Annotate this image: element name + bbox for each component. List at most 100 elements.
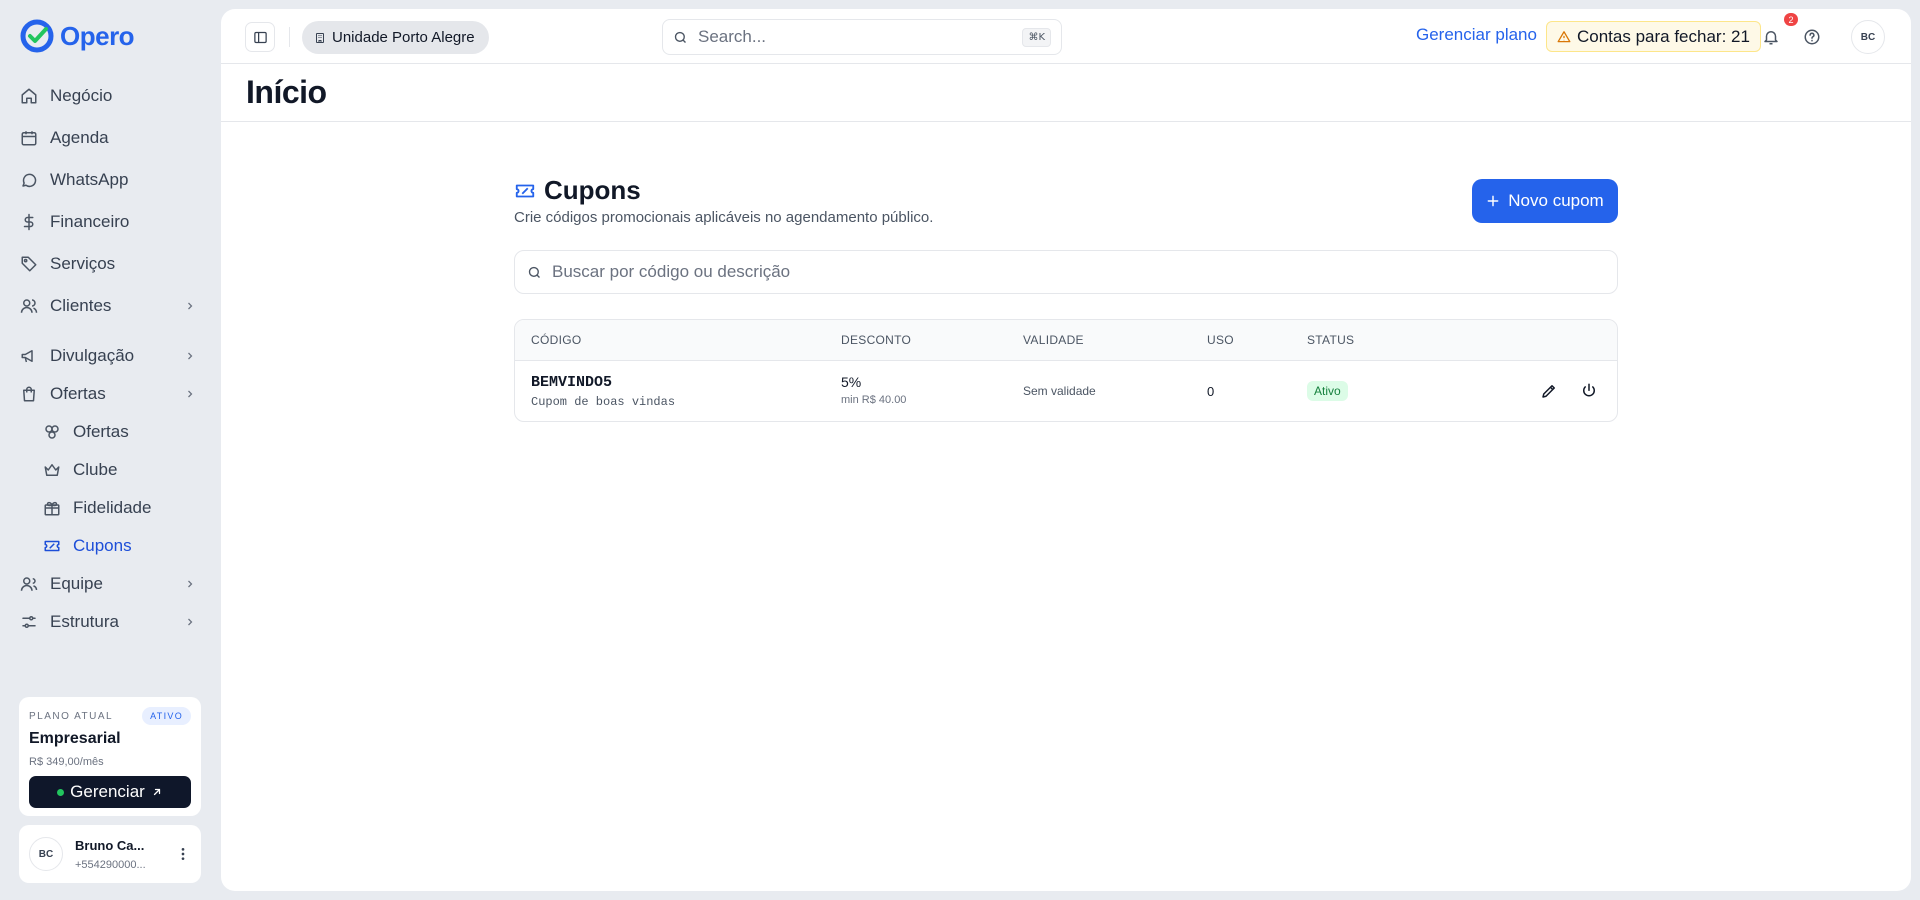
- coupon-status-cell: Ativo: [1307, 381, 1348, 401]
- coupon-description: Cupom de boas vindas: [531, 395, 676, 409]
- chat-bubble-icon: [22, 173, 37, 188]
- sidebar-item-label: Ofertas: [50, 384, 106, 403]
- shopping-bag-icon: [23, 386, 35, 402]
- coupon-usage: 0: [1207, 384, 1215, 399]
- brand-logo[interactable]: Opero: [20, 18, 135, 54]
- sidebar-item-label: Cupons: [73, 536, 132, 555]
- gift-icon: [44, 501, 60, 516]
- manage-plan-button[interactable]: Gerenciar: [29, 776, 191, 808]
- sidebar-item-cupons[interactable]: Cupons: [43, 529, 196, 563]
- help-icon[interactable]: [1803, 28, 1821, 46]
- sidebar-item-negocio[interactable]: Negócio: [20, 79, 196, 113]
- chevron-right-icon: [188, 580, 193, 588]
- calendar-icon: [21, 131, 37, 146]
- status-badge: Ativo: [1307, 381, 1348, 401]
- status-dot-icon: [57, 788, 65, 796]
- global-search[interactable]: ⌘K: [662, 19, 1062, 55]
- coupons-subtitle: Crie códigos promocionais aplicáveis no …: [514, 209, 934, 226]
- warning-icon: [1557, 30, 1571, 42]
- search-shortcut-badge: ⌘K: [1022, 27, 1051, 47]
- coupons-title: Cupons: [514, 175, 641, 206]
- sidebar-item-label: Fidelidade: [73, 498, 152, 517]
- building-icon: [316, 32, 324, 43]
- page-title: Início: [246, 74, 327, 110]
- coupons-table: CÓDIGO DESCONTO VALIDADE USO STATUS BEMV…: [514, 319, 1618, 422]
- sidebar-item-label: WhatsApp: [50, 170, 129, 189]
- chevron-right-icon: [188, 302, 193, 310]
- sidebar-item-estrutura[interactable]: Estrutura: [20, 605, 196, 639]
- plan-status-badge: ATIVO: [142, 707, 191, 725]
- sidebar-item-label: Estrutura: [50, 612, 119, 631]
- column-header-usage: USO: [1207, 333, 1234, 347]
- sidebar-item-label: Negócio: [50, 86, 113, 105]
- more-vertical-icon[interactable]: [175, 846, 191, 862]
- table-header: CÓDIGO DESCONTO VALIDADE USO STATUS: [515, 320, 1617, 361]
- unit-name: Unidade Porto Alegre: [332, 29, 475, 46]
- coupons-section: Cupons Crie códigos promocionais aplicáv…: [514, 169, 1618, 422]
- sliders-icon: [22, 616, 36, 628]
- home-icon: [21, 88, 37, 104]
- dollar-icon: [23, 213, 34, 231]
- offers-icon: [45, 425, 59, 439]
- chevron-right-icon: [188, 352, 193, 360]
- manage-plan-link[interactable]: Gerenciar plano: [1416, 25, 1537, 45]
- sidebar-item-label: Agenda: [50, 128, 109, 147]
- global-search-input[interactable]: [698, 27, 1013, 47]
- chevron-right-icon: [188, 618, 193, 626]
- bills-alert-button[interactable]: Contas para fechar: 21: [1546, 21, 1761, 52]
- plus-icon: [1487, 195, 1499, 207]
- divider: [289, 27, 290, 47]
- new-coupon-label: Novo cupom: [1508, 191, 1604, 210]
- column-header-validity: VALIDADE: [1023, 333, 1084, 347]
- search-icon: [528, 266, 540, 278]
- page-header: Início: [221, 65, 1911, 122]
- coupons-header: Cupons Crie códigos promocionais aplicáv…: [514, 169, 1618, 229]
- opero-logo-icon: [20, 19, 54, 53]
- sidebar-toggle-button[interactable]: [245, 22, 275, 52]
- edit-pencil-icon[interactable]: [1540, 382, 1558, 400]
- manage-plan-label: Gerenciar: [70, 782, 145, 801]
- arrow-up-right-icon: [153, 788, 160, 796]
- bell-icon[interactable]: [1762, 28, 1780, 46]
- sidebar-item-label: Financeiro: [50, 212, 130, 231]
- brand-name: Opero: [60, 20, 135, 51]
- plan-price: R$ 349,00/mês: [29, 756, 104, 768]
- unit-selector[interactable]: Unidade Porto Alegre: [302, 21, 489, 54]
- sidebar-item-servicos[interactable]: Serviços: [20, 247, 196, 281]
- power-toggle-icon[interactable]: [1580, 382, 1598, 400]
- sidebar-item-clientes[interactable]: Clientes: [20, 289, 196, 323]
- table-row[interactable]: BEMVINDO5 Cupom de boas vindas 5% min R$…: [515, 361, 1617, 421]
- ticket-icon: [515, 184, 535, 197]
- megaphone-icon: [21, 350, 33, 363]
- users-icon: [20, 299, 38, 313]
- coupon-search-input[interactable]: [552, 262, 1605, 282]
- sidebar-item-financeiro[interactable]: Financeiro: [20, 205, 196, 239]
- topbar: Unidade Porto Alegre ⌘K Gerenciar plano …: [221, 9, 1911, 64]
- sidebar-item-label: Serviços: [50, 254, 116, 273]
- coupon-discount-cell: 5% min R$ 40.00: [841, 374, 906, 406]
- sidebar-item-label: Ofertas: [73, 422, 129, 441]
- plan-label: PLANO ATUAL: [29, 710, 114, 722]
- column-header-status: STATUS: [1307, 333, 1355, 347]
- user-phone: +554290000...: [75, 858, 146, 871]
- search-icon: [674, 31, 686, 43]
- new-coupon-button[interactable]: Novo cupom: [1472, 179, 1618, 223]
- sidebar-item-ofertas[interactable]: Ofertas: [43, 415, 196, 449]
- sidebar-item-equipe[interactable]: Equipe: [20, 567, 196, 601]
- coupon-search[interactable]: [514, 250, 1618, 294]
- notification-count-badge: 2: [1784, 13, 1798, 26]
- sidebar-item-fidelidade[interactable]: Fidelidade: [43, 491, 196, 525]
- sidebar-item-label: Clube: [73, 460, 118, 479]
- sidebar-item-clube[interactable]: Clube: [43, 453, 196, 487]
- sidebar-item-divulgacao[interactable]: Divulgação: [20, 339, 196, 373]
- sidebar-item-ofertas-group[interactable]: Ofertas: [20, 377, 196, 411]
- sidebar-item-agenda[interactable]: Agenda: [20, 121, 196, 155]
- ticket-icon: [44, 540, 60, 552]
- top-avatar[interactable]: BC: [1851, 20, 1885, 54]
- sidebar-item-label: Clientes: [50, 296, 112, 315]
- column-header-code: CÓDIGO: [531, 333, 582, 347]
- sidebar-item-label: Equipe: [50, 574, 103, 593]
- user-card[interactable]: BC Bruno Ca... +554290000...: [19, 825, 201, 883]
- sidebar-item-whatsapp[interactable]: WhatsApp: [20, 163, 196, 197]
- column-header-discount: DESCONTO: [841, 333, 912, 347]
